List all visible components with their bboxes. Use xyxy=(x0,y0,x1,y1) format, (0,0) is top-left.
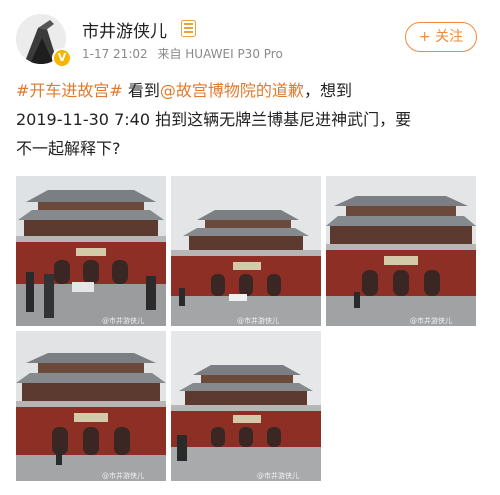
follow-button[interactable]: + 关注 xyxy=(405,22,477,52)
post-text-line: 2019-11-30 7:40 拍到这辆无牌兰博基尼进神武门，要 xyxy=(16,110,412,129)
photo-3[interactable]: @市井游侠儿 xyxy=(326,176,476,326)
watermark: @市井游侠儿 xyxy=(257,472,299,480)
post-time: 1-17 21:02 xyxy=(82,47,148,61)
verified-badge: V xyxy=(52,48,72,68)
photo-2[interactable]: @市井游侠儿 xyxy=(171,176,321,326)
gate-photo-image xyxy=(16,331,166,481)
photo-4[interactable]: @市井游侠儿 xyxy=(16,331,166,481)
post-text-segment: ，想到 xyxy=(303,81,352,100)
gate-photo-image xyxy=(171,331,321,481)
gate-photo-image xyxy=(16,176,166,326)
watermark: @市井游侠儿 xyxy=(102,317,144,325)
gate-photo-image xyxy=(171,176,321,326)
mention-link[interactable]: @故宫博物院的道歉 xyxy=(160,81,304,100)
gate-photo-image xyxy=(326,176,476,326)
post-text: #开车进故宫# 看到@故宫博物院的道歉，想到 2019-11-30 7:40 拍… xyxy=(16,76,486,163)
watermark: @市井游侠儿 xyxy=(237,317,279,325)
post-meta: 1-17 21:02 来自 HUAWEI P30 Pro xyxy=(82,45,283,62)
post-text-segment: 看到 xyxy=(122,81,160,100)
photo-1[interactable]: @市井游侠儿 xyxy=(16,176,166,326)
post-source: 来自 HUAWEI P30 Pro xyxy=(157,47,283,61)
post-text-line: 不一起解释下? xyxy=(16,139,121,158)
watermark: @市井游侠儿 xyxy=(102,472,144,480)
weibo-member-icon xyxy=(181,20,196,37)
photo-5[interactable]: @市井游侠儿 xyxy=(171,331,321,481)
username[interactable]: 市井游侠儿 xyxy=(82,17,167,42)
hashtag-link[interactable]: #开车进故宫# xyxy=(16,81,123,100)
watermark: @市井游侠儿 xyxy=(410,317,452,325)
